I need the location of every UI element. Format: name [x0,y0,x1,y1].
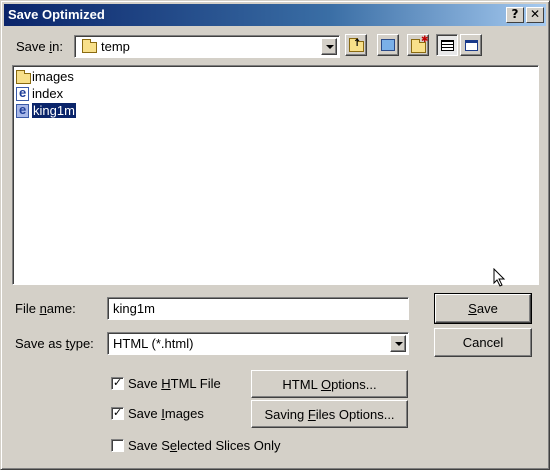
save-images-checkbox[interactable]: ✓ [111,406,124,420]
file-name: index [32,86,64,101]
list-item[interactable]: images [15,69,135,85]
list-item[interactable]: index [15,85,135,102]
checkmark-icon: ✓ [113,406,123,419]
cancel-button[interactable]: Cancel [434,328,532,357]
html-file-icon [16,85,29,101]
title-bar[interactable]: Save Optimized ? ✕ [4,4,546,26]
folder-icon [82,39,97,53]
file-name: images [32,69,74,84]
list-view-icon [441,40,454,51]
details-view-icon [465,40,478,51]
details-view-button[interactable] [460,34,482,56]
checkmark-icon: ✓ [113,376,123,389]
save-button[interactable]: Save [434,293,532,324]
file-name: king1m [32,103,76,118]
list-view-button[interactable] [436,34,458,56]
save-html-file-label[interactable]: Save HTML File [128,376,221,391]
file-name-input[interactable]: king1m [107,297,409,320]
chevron-down-icon [395,342,403,346]
save-as-type-value: HTML (*.html) [113,336,194,351]
file-name-label: File name: [15,301,76,316]
html-options-button[interactable]: HTML Options... [251,370,408,398]
save-in-value: temp [101,39,130,54]
help-button[interactable]: ? [506,7,524,23]
save-as-type-label: Save as type: [15,336,94,351]
mouse-cursor-icon [493,268,506,287]
save-as-type-select[interactable]: HTML (*.html) [107,332,409,355]
dialog-title: Save Optimized [8,7,105,22]
save-images-label[interactable]: Save Images [128,406,204,421]
desktop-icon [381,39,395,51]
saving-files-options-button[interactable]: Saving Files Options... [251,400,408,428]
save-selected-slices-checkbox[interactable] [111,439,124,452]
list-item-selected[interactable]: king1m [15,102,135,119]
up-one-level-button[interactable]: ↑ [345,34,367,56]
save-in-combo[interactable]: temp [74,35,340,58]
folder-icon [16,70,31,84]
save-selected-slices-label[interactable]: Save Selected Slices Only [128,438,280,453]
desktop-button[interactable] [377,34,399,56]
html-file-icon [16,102,29,118]
save-in-label: Save in: [16,39,63,54]
file-name-value: king1m [113,301,155,316]
save-optimized-dialog: Save Optimized ? ✕ Save in: temp ↑ ✱ ima… [0,0,550,470]
chevron-down-icon [326,45,334,49]
close-button[interactable]: ✕ [526,7,544,23]
file-list[interactable]: images index king1m [12,65,539,285]
save-html-file-checkbox[interactable]: ✓ [111,376,124,390]
save-as-type-dropdown-button[interactable] [390,335,406,352]
create-new-folder-button[interactable]: ✱ [407,34,429,56]
save-in-dropdown-button[interactable] [321,38,337,55]
